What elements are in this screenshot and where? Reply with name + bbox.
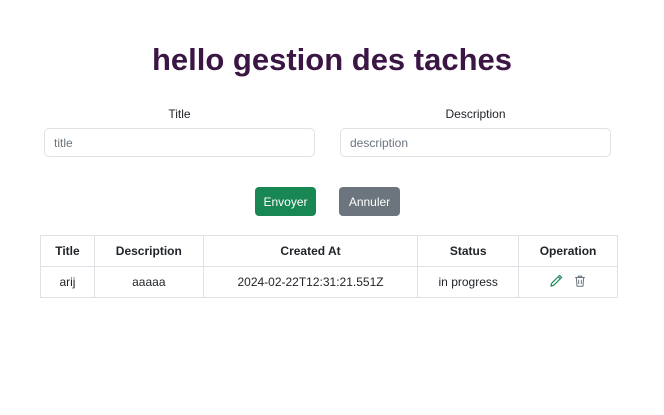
pencil-icon[interactable] xyxy=(549,274,563,288)
page-title: hello gestion des taches xyxy=(151,42,513,77)
trash-icon[interactable] xyxy=(573,274,587,288)
table-header-row: Title Description Created At Status Oper… xyxy=(40,235,618,267)
column-header-operation: Operation xyxy=(518,235,618,267)
description-input[interactable] xyxy=(340,128,611,157)
table-row: arij aaaaa 2024-02-22T12:31:21.551Z in p… xyxy=(40,266,618,298)
title-input[interactable] xyxy=(44,128,315,157)
title-field-group: Title xyxy=(44,106,315,157)
description-label: Description xyxy=(445,107,506,121)
submit-button[interactable]: Envoyer xyxy=(255,187,316,216)
tasks-table: Title Description Created At Status Oper… xyxy=(40,235,618,298)
cell-title: arij xyxy=(40,266,95,298)
column-header-description: Description xyxy=(93,235,204,267)
cell-operation xyxy=(518,266,618,298)
title-label: Title xyxy=(168,107,191,121)
cell-status: in progress xyxy=(417,266,520,298)
operation-buttons xyxy=(549,274,587,288)
cancel-button[interactable]: Annuler xyxy=(339,187,400,216)
cell-description: aaaaa xyxy=(93,266,204,298)
column-header-title: Title xyxy=(40,235,95,267)
description-field-group: Description xyxy=(340,106,611,157)
column-header-created-at: Created At xyxy=(202,235,419,267)
cell-created-at: 2024-02-22T12:31:21.551Z xyxy=(202,266,419,298)
page: hello gestion des taches Title Descripti… xyxy=(0,0,664,415)
column-header-status: Status xyxy=(417,235,520,267)
